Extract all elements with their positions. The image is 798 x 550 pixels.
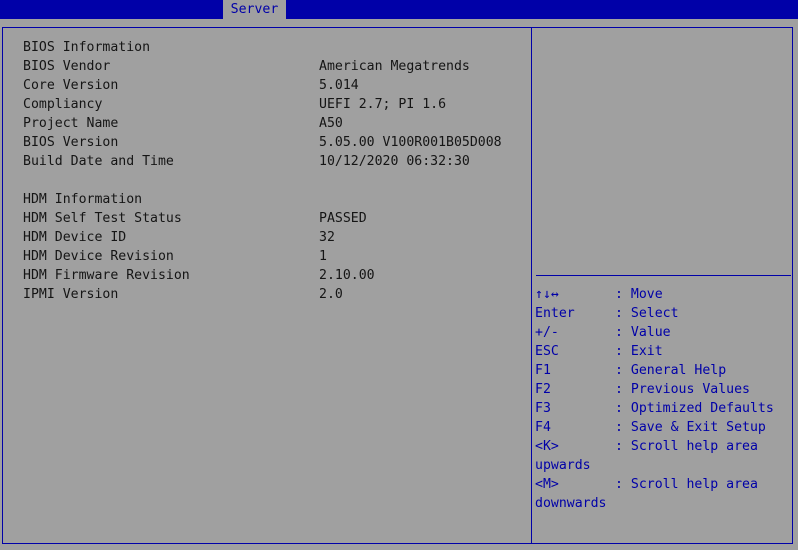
bios-version-value: 5.05.00 V100R001B05D008 — [319, 135, 502, 150]
help-save-exit-desc: : Save & Exit Setup — [615, 420, 766, 435]
bios-information-heading: BIOS Information — [23, 40, 151, 55]
help-f4-key: F4 — [535, 420, 551, 435]
vertical-divider — [531, 28, 532, 543]
compliancy-label: Compliancy — [23, 97, 103, 112]
hdm-firmware-revision-label: HDM Firmware Revision — [23, 268, 190, 283]
hdm-self-test-label: HDM Self Test Status — [23, 211, 182, 226]
hdm-device-revision-label: HDM Device Revision — [23, 249, 174, 264]
help-plus-minus-key: +/- — [535, 325, 559, 340]
help-enter-key: Enter — [535, 306, 575, 321]
hdm-firmware-revision-value: 2.10.00 — [319, 268, 375, 283]
help-divider — [536, 275, 791, 276]
tab-server[interactable]: Server — [223, 0, 286, 19]
build-date-label: Build Date and Time — [23, 154, 174, 169]
help-move-desc: : Move — [615, 287, 663, 302]
bios-vendor-value: American Megatrends — [319, 59, 470, 74]
help-previous-values-desc: : Previous Values — [615, 382, 750, 397]
build-date-value: 10/12/2020 06:32:30 — [319, 154, 470, 169]
help-f1-key: F1 — [535, 363, 551, 378]
hdm-device-id-value: 32 — [319, 230, 335, 245]
bios-version-label: BIOS Version — [23, 135, 119, 150]
help-general-help-desc: : General Help — [615, 363, 727, 378]
project-name-label: Project Name — [23, 116, 119, 131]
help-value-desc: : Value — [615, 325, 671, 340]
help-exit-desc: : Exit — [615, 344, 663, 359]
help-m-key: <M> — [535, 477, 559, 492]
help-scroll-down-cont: downwards — [535, 496, 607, 511]
project-name-value: A50 — [319, 116, 343, 131]
hdm-device-revision-value: 1 — [319, 249, 327, 264]
help-select-desc: : Select — [615, 306, 679, 321]
help-scroll-down-desc: : Scroll help area — [615, 477, 758, 492]
hdm-information-heading: HDM Information — [23, 192, 143, 207]
compliancy-value: UEFI 2.7; PI 1.6 — [319, 97, 447, 112]
help-f2-key: F2 — [535, 382, 551, 397]
hdm-self-test-value: PASSED — [319, 211, 367, 226]
help-f3-key: F3 — [535, 401, 551, 416]
bios-vendor-label: BIOS Vendor — [23, 59, 111, 74]
help-scroll-up-cont: upwards — [535, 458, 591, 473]
help-optimized-defaults-desc: : Optimized Defaults — [615, 401, 774, 416]
core-version-value: 5.014 — [319, 78, 359, 93]
top-menu-bar: Server — [0, 0, 798, 19]
help-scroll-up-desc: : Scroll help area — [615, 439, 758, 454]
hdm-device-id-label: HDM Device ID — [23, 230, 127, 245]
core-version-label: Core Version — [23, 78, 119, 93]
ipmi-version-value: 2.0 — [319, 287, 343, 302]
move-keys-icon: ↑↓↔ — [535, 287, 559, 302]
help-k-key: <K> — [535, 439, 559, 454]
help-esc-key: ESC — [535, 344, 559, 359]
ipmi-version-label: IPMI Version — [23, 287, 119, 302]
